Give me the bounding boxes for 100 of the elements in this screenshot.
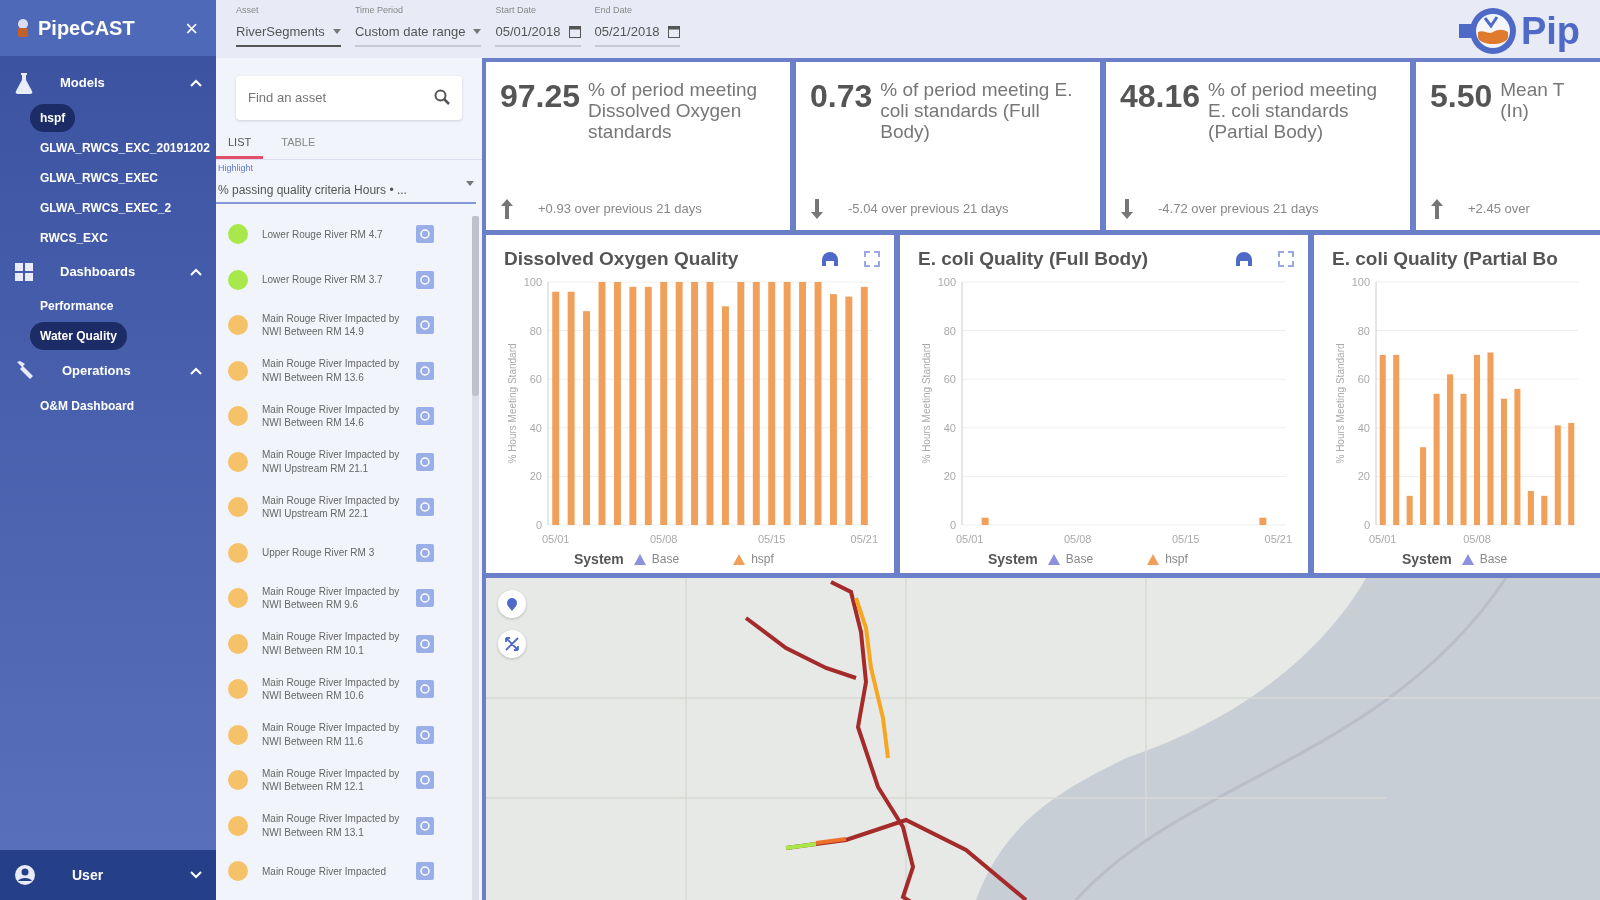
bar[interactable]	[613, 281, 621, 525]
asset-name[interactable]: Main Rouge River Impacted	[262, 864, 402, 878]
sidebar-section[interactable]: Models	[60, 73, 105, 93]
asset-name[interactable]: Main Rouge River Impacted by NWI Between RM 10.1	[262, 630, 402, 658]
bar[interactable]	[737, 281, 745, 525]
asset-name[interactable]: Main Rouge River Impacted by NWI Between RM 10.6	[262, 675, 402, 703]
bar[interactable]	[768, 281, 776, 525]
asset-name[interactable]: Main Rouge River Impacted by NWI Between RM 14.6	[262, 402, 402, 430]
asset-name[interactable]: Main Rouge River Impacted by NWI Upstream RM 21.1	[262, 448, 402, 476]
bar[interactable]	[1379, 354, 1386, 525]
crosshair-icon[interactable]	[416, 407, 434, 426]
crosshair-icon[interactable]	[416, 316, 434, 335]
bar[interactable]	[1433, 393, 1440, 525]
bar[interactable]	[583, 310, 591, 525]
asset-name[interactable]: Lower Rouge River RM 3.7	[262, 273, 402, 287]
bar[interactable]	[691, 281, 699, 525]
sidebar-item[interactable]: Performance	[30, 292, 124, 320]
bar[interactable]	[1541, 495, 1548, 525]
bar[interactable]	[598, 281, 606, 525]
print-icon[interactable]	[820, 250, 840, 269]
crosshair-icon[interactable]	[416, 452, 434, 471]
date-field[interactable]: Start Date 05/01/2018	[495, 4, 581, 47]
asset-name[interactable]: Main Rouge River Impacted by NWI Upstream RM 22.1	[262, 493, 402, 521]
asset-name[interactable]: Main Rouge River Impacted by NWI Between RM 13.6	[262, 357, 402, 385]
expand-icon[interactable]	[864, 251, 880, 268]
bar[interactable]	[1460, 393, 1467, 525]
bar[interactable]	[721, 305, 729, 525]
legend-label[interactable]: Base	[1479, 550, 1508, 568]
crosshair-icon[interactable]	[416, 270, 434, 289]
chevron-up-icon[interactable]	[190, 367, 202, 375]
bar[interactable]	[845, 296, 853, 525]
crosshair-icon[interactable]	[416, 361, 434, 380]
crosshair-icon[interactable]	[416, 634, 434, 653]
sidebar-item[interactable]: RWCS_EXC	[30, 224, 118, 252]
bar[interactable]	[814, 281, 822, 525]
chevron-down-icon[interactable]	[190, 871, 202, 879]
legend-label[interactable]: Base	[651, 550, 680, 568]
legend-label[interactable]: hspf	[1165, 550, 1188, 568]
sidebar-section[interactable]: Operations	[62, 361, 131, 381]
bar[interactable]	[567, 291, 575, 525]
crosshair-icon[interactable]	[416, 498, 434, 517]
crosshair-icon[interactable]	[416, 225, 434, 244]
sidebar-item[interactable]: GLWA_RWCS_EXEC_2	[30, 194, 182, 222]
sidebar-item[interactable]: O&M Dashboard	[30, 392, 144, 420]
bar[interactable]	[1568, 422, 1575, 525]
bar[interactable]	[1420, 446, 1427, 525]
select-field[interactable]: Time Period Custom date range	[354, 4, 482, 47]
bar[interactable]	[799, 281, 807, 525]
asset-name[interactable]: Main Rouge River Impacted by NWI Between RM 9.6	[262, 584, 402, 612]
bar[interactable]	[1406, 495, 1413, 525]
bar[interactable]	[1447, 373, 1454, 525]
sidebar-section[interactable]: Dashboards	[60, 262, 136, 282]
search-icon[interactable]	[434, 89, 450, 105]
legend-label[interactable]: hspf	[751, 550, 774, 568]
bar[interactable]	[1393, 354, 1400, 525]
bar[interactable]	[644, 286, 652, 525]
bar[interactable]	[981, 517, 989, 525]
bar[interactable]	[829, 293, 837, 525]
bar[interactable]	[1473, 354, 1481, 525]
asset-name[interactable]: Main Rouge River Impacted by NWI Between RM 12.1	[262, 766, 402, 794]
crosshair-icon[interactable]	[416, 543, 434, 562]
bar[interactable]	[1487, 351, 1494, 525]
crosshair-icon[interactable]	[416, 725, 434, 744]
bar[interactable]	[660, 281, 668, 525]
bar[interactable]	[1514, 388, 1521, 525]
crosshair-icon[interactable]	[416, 680, 434, 699]
user-label[interactable]: User	[72, 864, 104, 886]
crosshair-icon[interactable]	[416, 589, 434, 608]
sidebar-item[interactable]: Water Quality	[30, 322, 127, 350]
highlight-select[interactable]: % passing quality criteria Hours • ...	[216, 177, 476, 204]
bar[interactable]	[752, 281, 760, 525]
expand-icon[interactable]	[1278, 251, 1294, 268]
bar[interactable]	[675, 281, 683, 525]
chevron-up-icon[interactable]	[190, 79, 202, 87]
crosshair-icon[interactable]	[416, 862, 434, 881]
bar[interactable]	[1527, 490, 1534, 525]
asset-name[interactable]: Upper Rouge River RM 3	[262, 546, 402, 560]
bar[interactable]	[552, 291, 560, 525]
bar[interactable]	[706, 281, 714, 525]
print-icon[interactable]	[1234, 250, 1254, 269]
bar[interactable]	[783, 281, 791, 525]
scrollbar[interactable]	[472, 215, 479, 900]
search-field[interactable]: Find an asset	[236, 76, 462, 120]
date-field[interactable]: End Date 05/21/2018	[594, 4, 680, 47]
asset-name[interactable]: Main Rouge River Impacted by NWI Between RM 13.1	[262, 812, 402, 840]
legend-label[interactable]: Base	[1065, 550, 1094, 568]
sidebar-item[interactable]: hspf	[30, 104, 76, 132]
bar[interactable]	[629, 286, 637, 525]
select-field[interactable]: Asset RiverSegments	[236, 4, 341, 47]
tab[interactable]: TABLE	[269, 127, 328, 159]
crosshair-icon[interactable]	[416, 816, 434, 835]
close-button[interactable]: ×	[181, 11, 202, 45]
bar[interactable]	[1554, 424, 1561, 525]
sidebar-item[interactable]: GLWA_RWCS_EXEC	[30, 164, 168, 192]
asset-name[interactable]: Main Rouge River Impacted by NWI Between RM 11.6	[262, 721, 402, 749]
bar[interactable]	[1500, 398, 1507, 525]
crosshair-icon[interactable]	[416, 771, 434, 790]
bar[interactable]	[1259, 517, 1267, 525]
asset-name[interactable]: Main Rouge River Impacted by NWI Between RM 14.9	[262, 311, 402, 339]
chevron-up-icon[interactable]	[190, 268, 202, 276]
